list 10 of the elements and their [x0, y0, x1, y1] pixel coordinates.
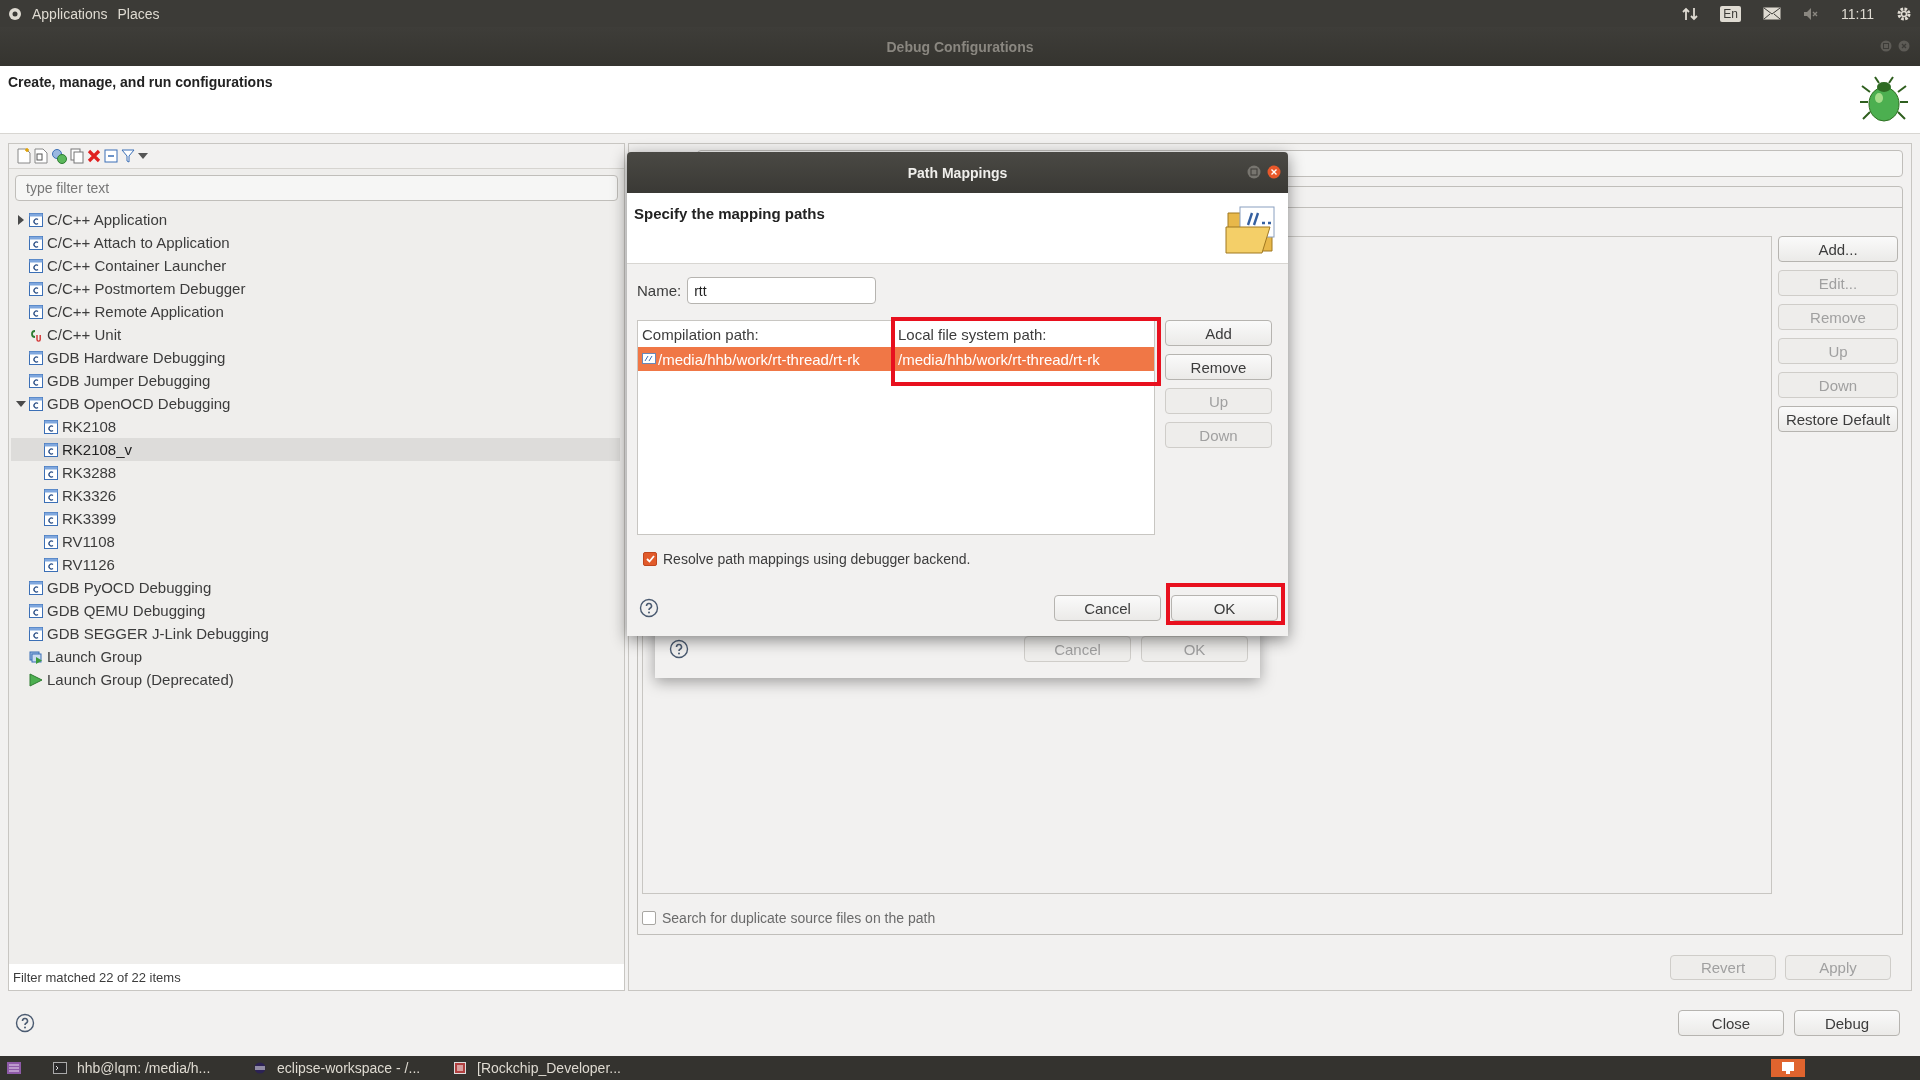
dialog-title: Path Mappings — [907, 164, 1008, 181]
checkbox-label: Search for duplicate source files on the path — [662, 910, 936, 926]
dialog-header-text: Specify the mapping paths — [634, 205, 825, 222]
status-text: Filter matched 22 of 22 items — [9, 964, 624, 990]
table-cell: /media/hhb/work/rt-thread/rt-rk — [658, 350, 860, 368]
header-text: Create, manage, and run configurations — [8, 74, 273, 90]
table-cell: /media/hhb/work/rt-thread/rt-rk — [898, 350, 1100, 368]
field-label: Name: — [637, 282, 682, 299]
window-title: Debug Configurations — [886, 38, 1034, 55]
checkbox-label: Resolve path mappings using debugger backend. — [663, 551, 971, 567]
